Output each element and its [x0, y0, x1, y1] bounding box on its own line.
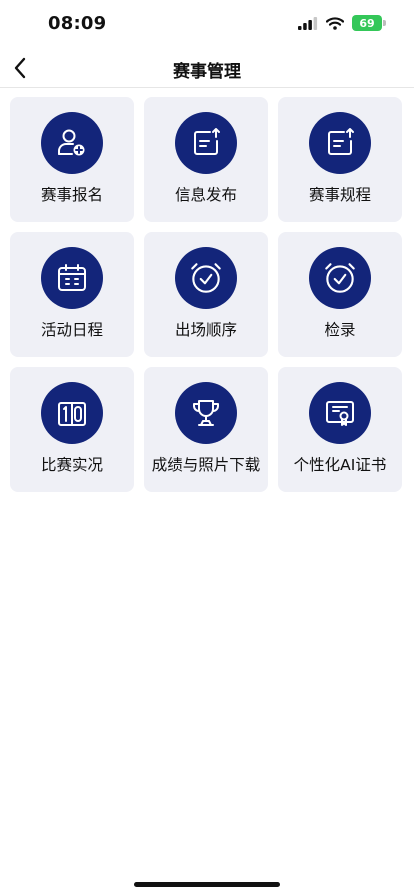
- tile-label: 赛事规程: [308, 186, 371, 204]
- navigation-bar: 赛事管理: [0, 48, 414, 88]
- tile-results-photos-download[interactable]: 成绩与照片下载: [144, 367, 268, 492]
- tile-label: 信息发布: [174, 186, 237, 204]
- document-upload-icon: [175, 112, 237, 174]
- user-add-icon: [41, 112, 103, 174]
- tile-label: 活动日程: [40, 321, 103, 339]
- tile-activity-schedule[interactable]: 活动日程: [10, 232, 134, 357]
- tile-info-release[interactable]: 信息发布: [144, 97, 268, 222]
- tile-label: 赛事报名: [40, 186, 103, 204]
- menu-grid: 赛事报名 信息发布 赛事规程 活动日程 出场顺序 检录 比赛实况 成绩与照片下载…: [10, 97, 405, 492]
- trophy-icon: [175, 382, 237, 444]
- certificate-icon: [309, 382, 371, 444]
- status-time: 08:09: [48, 13, 107, 34]
- tile-label: 检录: [324, 321, 356, 339]
- tile-event-rules[interactable]: 赛事规程: [278, 97, 402, 222]
- tile-event-registration[interactable]: 赛事报名: [10, 97, 134, 222]
- scoreboard-icon: [41, 382, 103, 444]
- tile-label: 出场顺序: [174, 321, 237, 339]
- battery-level: 69: [359, 16, 375, 30]
- calendar-icon: [41, 247, 103, 309]
- tile-appearance-order[interactable]: 出场顺序: [144, 232, 268, 357]
- home-indicator: [134, 882, 280, 887]
- wifi-icon: [326, 16, 344, 30]
- tile-label: 个性化AI证书: [293, 456, 387, 474]
- alarm-clock-check-icon: [309, 247, 371, 309]
- tile-personalized-ai-certificate[interactable]: 个性化AI证书: [278, 367, 402, 492]
- tile-live-match[interactable]: 比赛实况: [10, 367, 134, 492]
- tile-label: 成绩与照片下载: [151, 456, 261, 474]
- page-title: 赛事管理: [173, 62, 241, 82]
- battery-indicator: 69: [352, 15, 386, 31]
- status-icons: 69: [298, 15, 386, 31]
- document-upload-icon: [309, 112, 371, 174]
- cellular-signal-icon: [298, 16, 318, 30]
- alarm-clock-check-icon: [175, 247, 237, 309]
- tile-check-in[interactable]: 检录: [278, 232, 402, 357]
- status-bar: 08:09 69: [0, 0, 414, 48]
- tile-label: 比赛实况: [40, 456, 103, 474]
